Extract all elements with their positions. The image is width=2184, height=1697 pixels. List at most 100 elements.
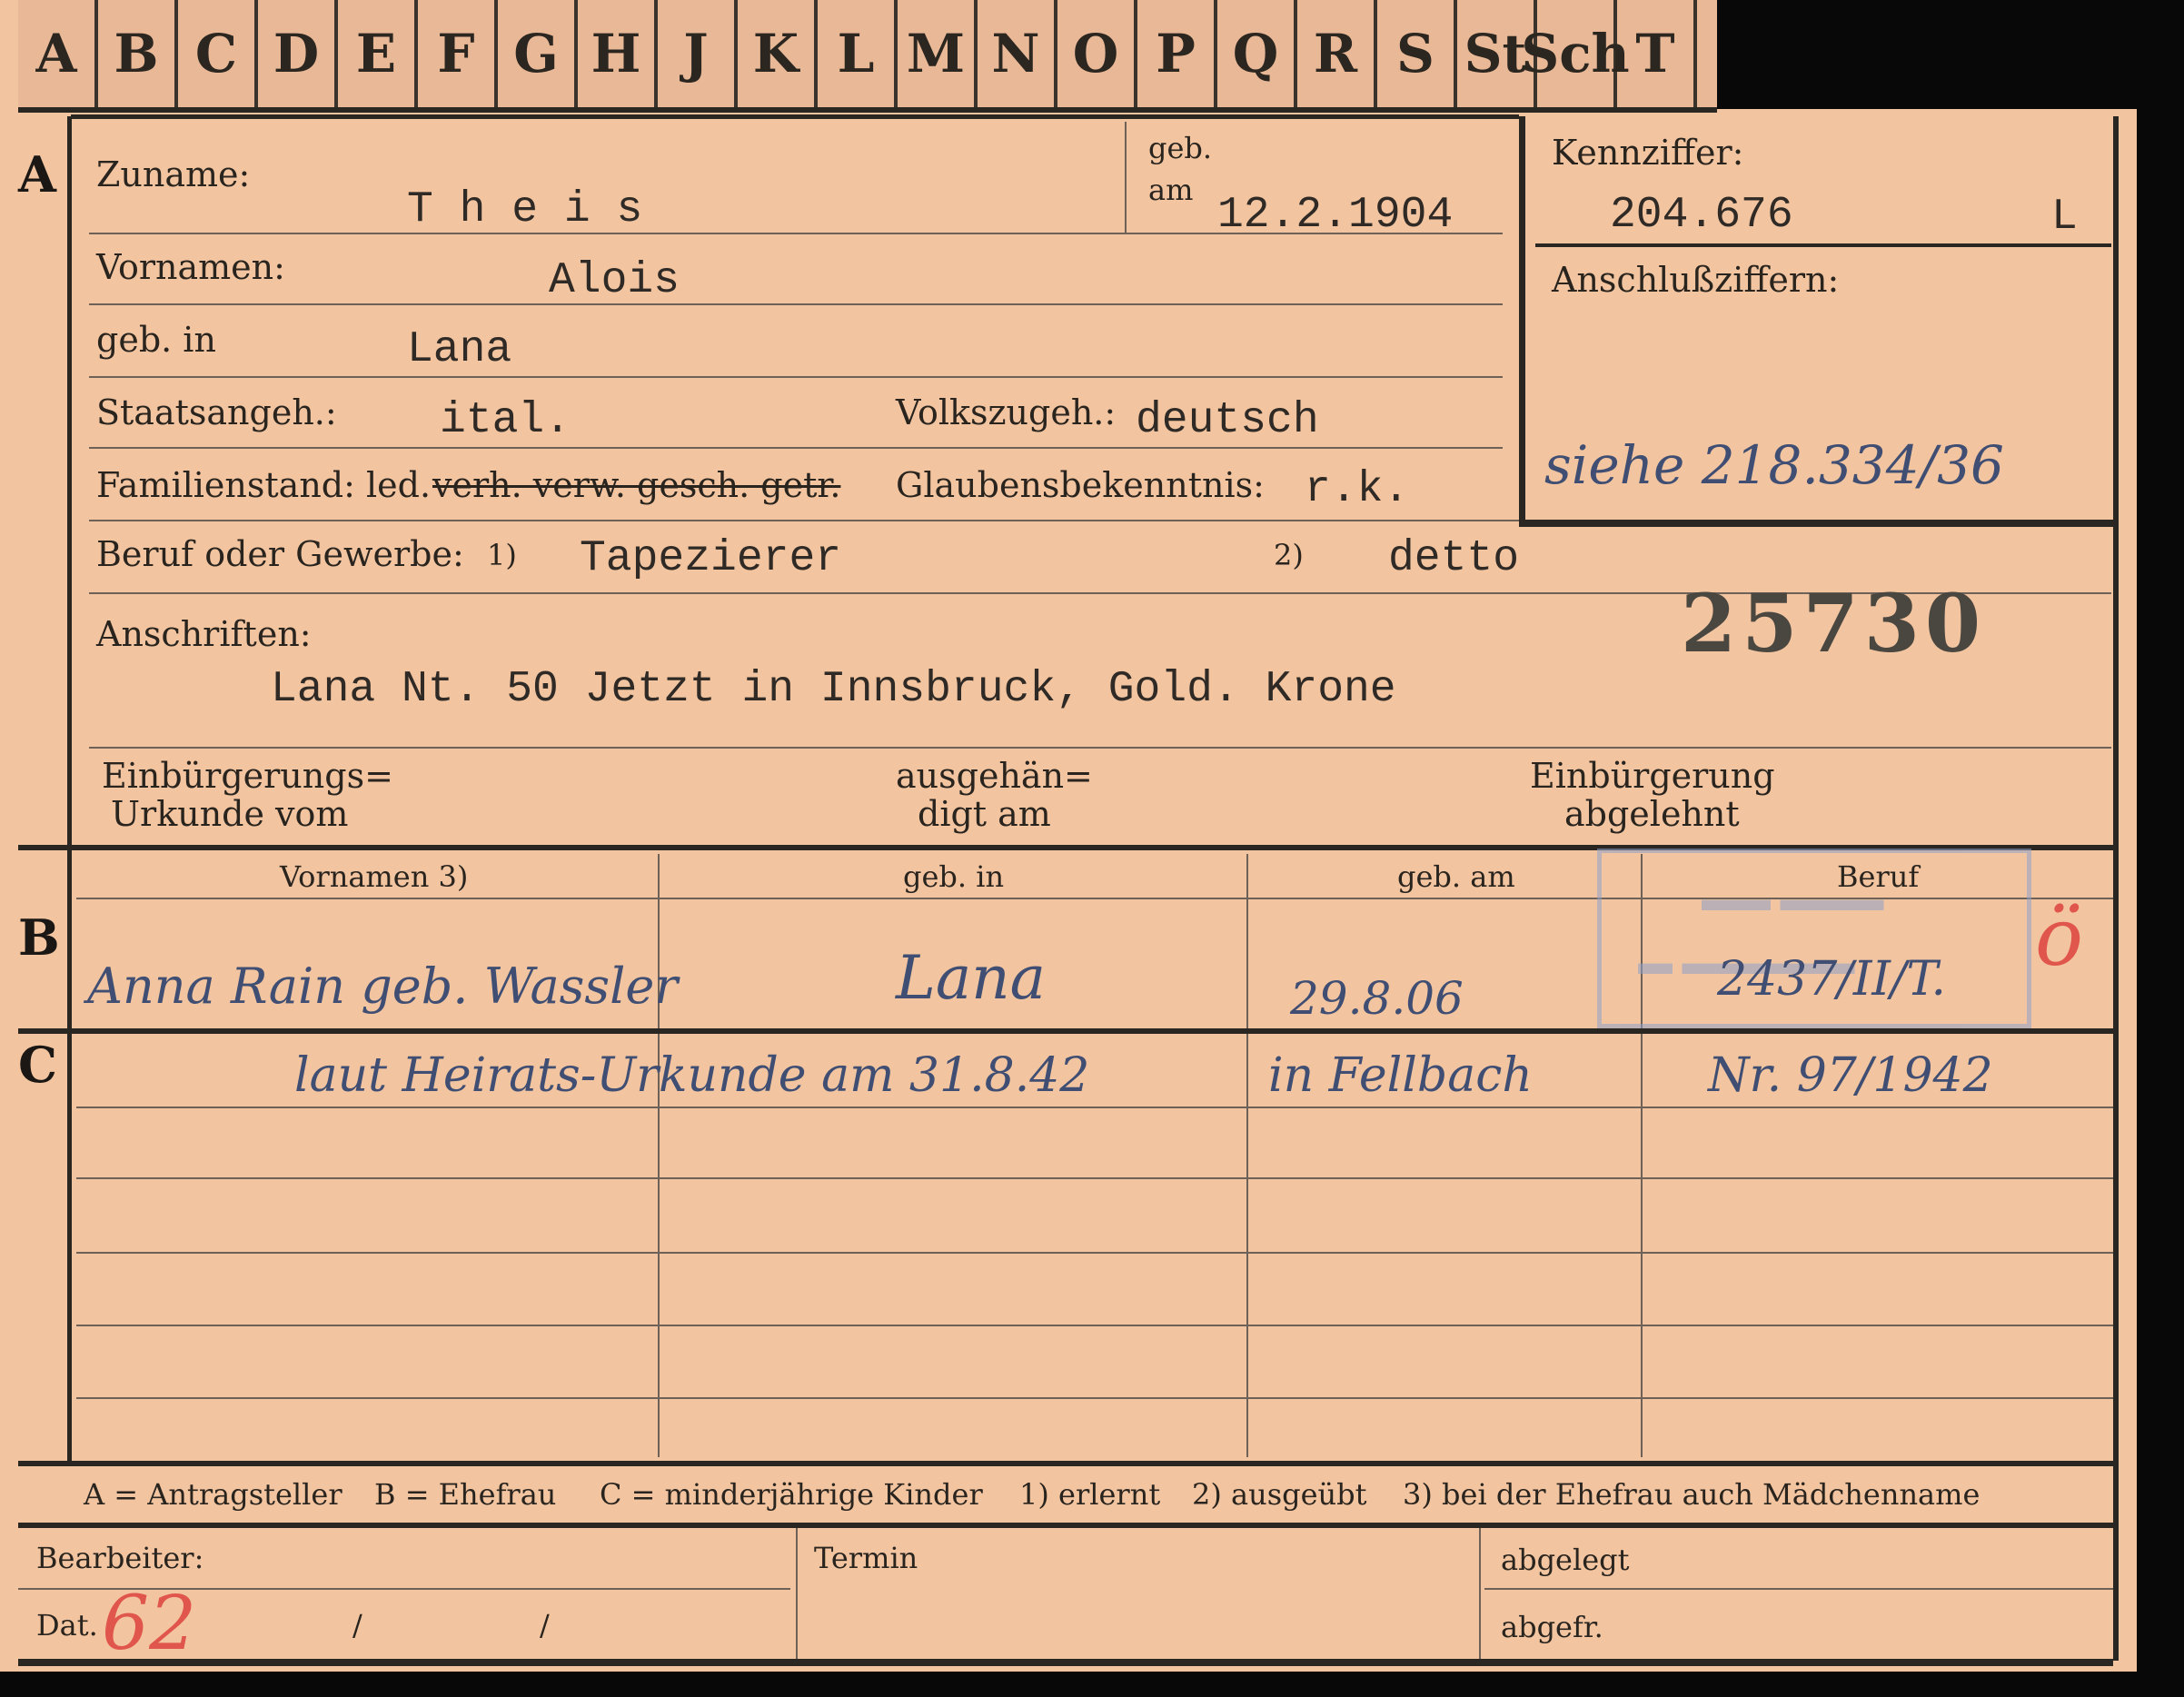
retrieved-label: abgefr.: [1501, 1610, 1603, 1644]
filed-label: abgelegt: [1501, 1543, 1630, 1577]
marriage-note-handwritten-1: laut Heirats-Urkunde am 31.8.42: [294, 1048, 1090, 1103]
wife-born-in-handwritten: Lana: [896, 943, 1047, 1013]
ref-box-divider: [1535, 243, 2111, 247]
link-numbers-label: Anschlußziffern:: [1552, 260, 1840, 300]
clerk-label: Bearbeiter:: [36, 1541, 204, 1575]
link-note-handwritten: siehe 218.334/36: [1544, 434, 2004, 496]
ethnicity-label: Volkszugeh.:: [896, 392, 1117, 432]
alphabet-tab: F: [418, 0, 498, 107]
wife-born-on-handwritten: 29.8.06: [1290, 972, 1464, 1025]
handed-out-label-2: digt am: [918, 794, 1051, 834]
ref-box-bottom: [1519, 520, 2113, 527]
date-slash-1: /: [352, 1608, 362, 1642]
born-on-divider: [1125, 122, 1127, 233]
section-c-letter: C: [18, 1036, 57, 1094]
left-frame: [67, 116, 72, 1464]
red-mark: ö: [2035, 890, 2083, 984]
marriage-note-handwritten-3: Nr. 97/1942: [1708, 1048, 1993, 1103]
right-frame: [2113, 116, 2119, 1661]
rule-c-2: [76, 1177, 2113, 1179]
alphabet-tab: Sch: [1521, 0, 1630, 107]
bottom-frame: [18, 1659, 2113, 1666]
rule-citizenship: [89, 447, 1503, 449]
born-in-value: Lana: [407, 325, 512, 374]
separator-legend-top: [18, 1461, 2113, 1466]
rule-c-5: [76, 1397, 2113, 1399]
rule-surname: [89, 233, 1503, 234]
ethnicity-value: deutsch: [1136, 396, 1319, 445]
alphabet-tab: N: [978, 0, 1057, 107]
occupation-learned: Tapezierer: [580, 534, 842, 583]
surname-label: Zuname:: [96, 154, 251, 194]
wife-name-handwritten: Anna Rain geb. Wassler: [87, 958, 679, 1015]
born-on-label-1: geb.: [1148, 131, 1213, 165]
rejected-label-2: abgelehnt: [1564, 794, 1740, 834]
alphabet-tab: D: [258, 0, 338, 107]
footnote-1-marker: 1): [487, 538, 517, 572]
alphabet-tab: R: [1297, 0, 1377, 107]
section-b-letter: B: [18, 908, 60, 967]
rule-c-4: [76, 1325, 2113, 1326]
legend-c: C = minderjährige Kinder: [600, 1477, 983, 1512]
alphabet-tab: O: [1057, 0, 1137, 107]
citizenship-value: ital.: [440, 396, 571, 445]
stamp-text-top: ▬▬ ▬▬▬: [1702, 880, 1884, 918]
marriage-note-handwritten-2: in Fellbach: [1268, 1048, 1533, 1103]
footnote-2-marker: 2): [1274, 538, 1304, 572]
handed-out-label-1: ausgehän=: [896, 756, 1093, 796]
born-on-label-2: am: [1148, 173, 1194, 207]
deadline-label: Termin: [814, 1541, 918, 1575]
alphabet-tab: Q: [1217, 0, 1297, 107]
alphabet-tab: H: [578, 0, 658, 107]
rule-c-3: [76, 1252, 2113, 1254]
addresses-label: Anschriften:: [96, 614, 312, 654]
wife-ref-handwritten: 2437/II/T.: [1717, 952, 1947, 1007]
religion-value: r.k.: [1305, 465, 1410, 514]
ref-label: Kennziffer:: [1552, 133, 1744, 173]
alphabet-tab: G: [498, 0, 578, 107]
address-value: Lana Nt. 50 Jetzt in Innsbruck, Gold. Kr…: [271, 665, 1396, 714]
surname-value: T h e i s: [407, 185, 643, 234]
first-names-label: Vornamen:: [96, 247, 285, 287]
naturalization-doc-label-1: Einbürgerungs=: [102, 756, 393, 796]
ref-box-left: [1519, 116, 1525, 525]
naturalization-doc-label-2: Urkunde vom: [111, 794, 349, 834]
ref-suffix: L: [2051, 193, 2078, 242]
top-frame: [71, 114, 1519, 119]
legend-footnote-1: 1) erlernt: [1019, 1477, 1161, 1512]
legend-footnote-2: 2) ausgeübt: [1192, 1477, 1367, 1512]
alphabet-tab: B: [98, 0, 178, 107]
index-card: A B C D E F G H J K L M N O P Q R S St Sch T A B C Kennziffe…: [0, 0, 2184, 1672]
date-slash-2: /: [540, 1608, 550, 1642]
alphabet-tab: M: [898, 0, 978, 107]
occupation-practiced: detto: [1388, 534, 1520, 583]
alphabet-tab: C: [178, 0, 258, 107]
date-value-red: 62: [102, 1581, 197, 1667]
alphabet-tab: E: [338, 0, 418, 107]
rule-addresses: [89, 747, 2111, 749]
rule-c-1: [76, 1107, 2113, 1108]
legend-a: A = Antragsteller: [84, 1477, 342, 1512]
footer-divider-1: [796, 1528, 798, 1662]
col-divider-2: [1246, 854, 1248, 1457]
rule-born-in: [89, 376, 1503, 378]
date-label: Dat.: [36, 1608, 98, 1642]
col-divider-1: [658, 854, 660, 1457]
born-in-label: geb. in: [96, 320, 216, 360]
col-header-born-in: geb. in: [903, 859, 1005, 894]
footer-rule-right: [1484, 1588, 2113, 1590]
alphabet-tab: P: [1137, 0, 1217, 107]
separator-legend-bottom: [18, 1523, 2113, 1528]
alphabet-tab: A: [18, 0, 98, 107]
ref-number: 204.676: [1610, 191, 1793, 240]
alphabet-tab: T: [1617, 0, 1697, 107]
religion-label: Glaubensbekenntnis:: [896, 465, 1265, 505]
occupation-label: Beruf oder Gewerbe:: [96, 534, 464, 574]
file-number-stamp: 25730: [1681, 576, 1987, 670]
marital-struck-options: verh. verw. gesch. getr.: [432, 465, 841, 505]
alphabet-tab: J: [658, 0, 738, 107]
alphabet-tab: L: [818, 0, 898, 107]
marital-label: Familienstand: led.: [96, 465, 432, 505]
col-header-born-on: geb. am: [1397, 859, 1515, 894]
alphabet-tab: K: [738, 0, 818, 107]
